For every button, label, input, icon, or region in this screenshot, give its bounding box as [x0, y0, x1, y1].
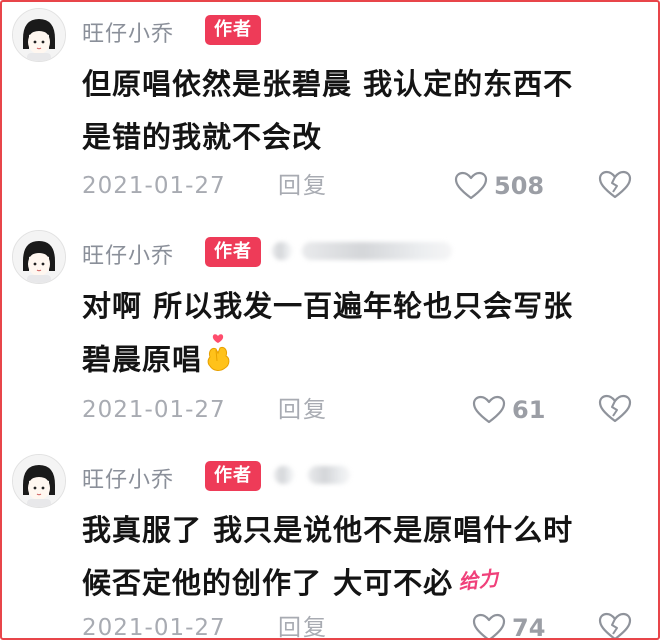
like-button[interactable]: 74	[472, 611, 546, 640]
heart-outline-icon	[454, 171, 488, 200]
blurred-reply-target	[302, 242, 452, 260]
like-count: 74	[512, 614, 546, 640]
like-count: 61	[512, 396, 546, 424]
comment-text-fragment: 碧晨原唱	[82, 342, 203, 377]
comment-text-line: 是错的我就不会改	[82, 120, 323, 154]
username[interactable]: 旺仔小乔	[82, 462, 174, 494]
dislike-button[interactable]	[598, 393, 632, 427]
blurred-reply-target	[272, 242, 292, 260]
broken-heart-icon	[598, 170, 632, 199]
comment-date: 2021-01-27	[82, 615, 226, 640]
comment-list: 旺仔小乔 作者 但原唱依然是张碧晨 我认定的东西不 是错的我就不会改 2021-…	[0, 0, 660, 640]
dislike-button[interactable]	[598, 169, 632, 203]
comment-date: 2021-01-27	[82, 397, 226, 423]
avatar[interactable]	[12, 230, 66, 284]
blurred-reply-target	[274, 466, 294, 484]
comment-text-fragment: 候否定他的创作了 大可不必	[82, 566, 454, 600]
comment-meta: 2021-01-27 回复 508	[82, 169, 642, 203]
author-badge: 作者	[205, 15, 261, 45]
comment-text: 我真服了 我只是说他不是原唱什么时 候否定他的创作了 大可不必 给力	[82, 504, 642, 613]
comment-meta: 2021-01-27 回复 74	[82, 611, 642, 640]
avatar[interactable]	[12, 8, 66, 62]
comment-text-line: 候否定他的创作了 大可不必 给力	[82, 557, 642, 613]
comment-text: 对啊 所以我发一百遍年轮也只会写张 碧晨原唱	[82, 280, 642, 390]
comment-text-line: 对啊 所以我发一百遍年轮也只会写张	[82, 289, 574, 323]
blurred-reply-target	[308, 466, 350, 484]
avatar[interactable]	[12, 454, 66, 508]
reply-button[interactable]: 回复	[278, 169, 328, 203]
like-button[interactable]: 508	[454, 169, 544, 203]
broken-heart-icon	[598, 394, 632, 423]
heart-outline-icon	[472, 395, 506, 424]
broken-heart-icon	[598, 612, 632, 638]
username[interactable]: 旺仔小乔	[82, 238, 174, 270]
comment-text-line: 但原唱依然是张碧晨 我认定的东西不	[82, 67, 574, 101]
comment-text-line: 我真服了 我只是说他不是原唱什么时	[82, 513, 574, 547]
author-badge: 作者	[205, 237, 261, 267]
sticker-geili: 给力	[457, 566, 500, 595]
like-button[interactable]: 61	[472, 393, 545, 427]
reply-button[interactable]: 回复	[278, 611, 328, 638]
dislike-button[interactable]	[598, 611, 632, 638]
comment-date: 2021-01-27	[82, 173, 226, 199]
comment-text-line: 碧晨原唱	[82, 333, 642, 390]
author-badge: 作者	[205, 461, 261, 491]
username[interactable]: 旺仔小乔	[82, 16, 174, 48]
heart-hands-emoji	[204, 333, 234, 390]
like-count: 508	[494, 172, 545, 200]
comment-text: 但原唱依然是张碧晨 我认定的东西不 是错的我就不会改	[82, 58, 642, 164]
comment-meta: 2021-01-27 回复 61	[82, 393, 642, 427]
heart-outline-icon	[472, 613, 506, 638]
reply-button[interactable]: 回复	[278, 393, 328, 427]
